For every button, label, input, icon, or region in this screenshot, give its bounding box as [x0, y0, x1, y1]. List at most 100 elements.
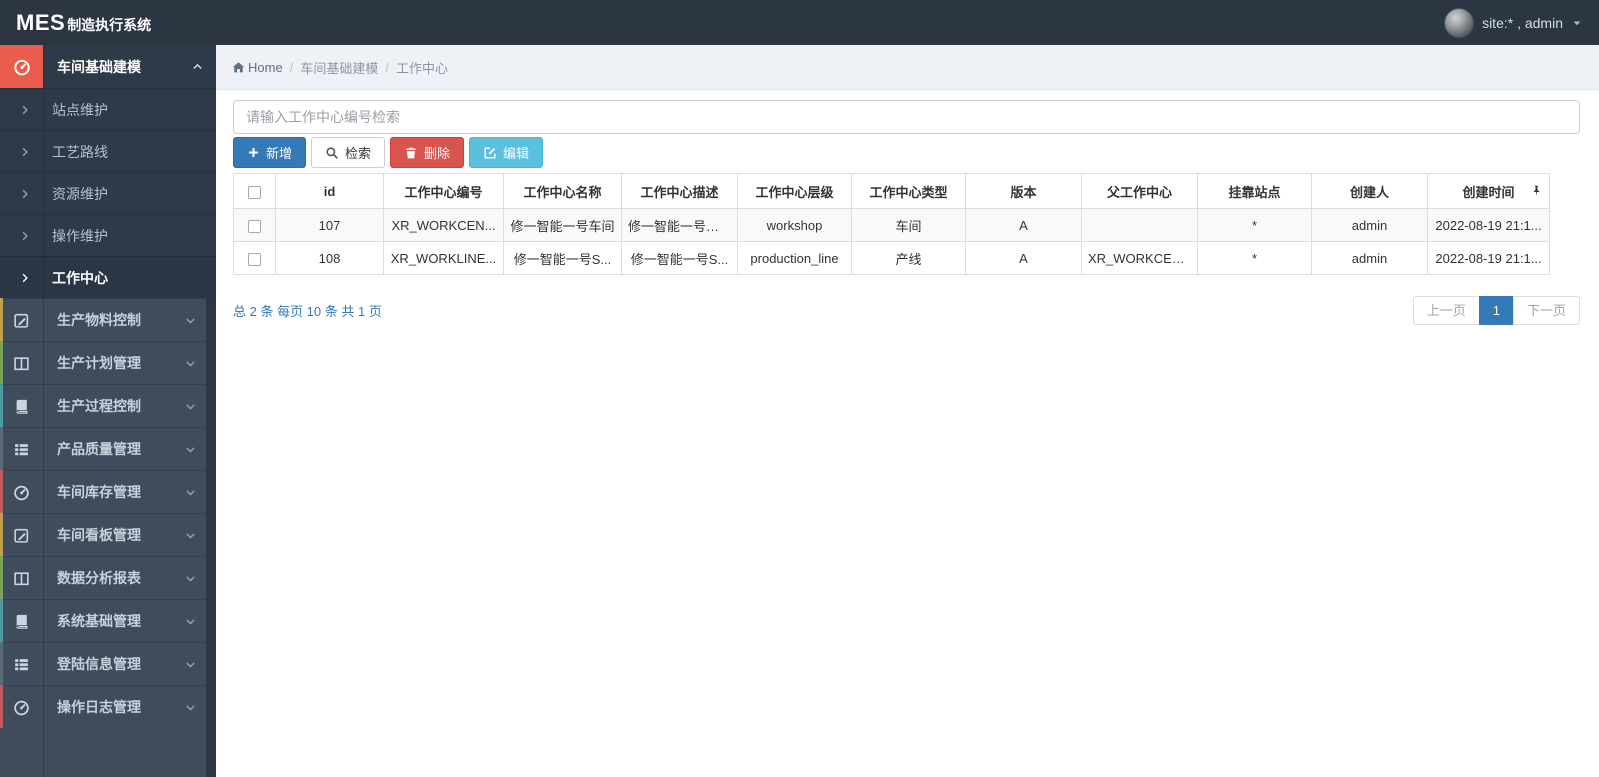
sidebar-item-login-info-management[interactable]: 登陆信息管理 [0, 642, 206, 685]
chevron-up-icon [191, 60, 204, 73]
search-input[interactable] [233, 100, 1580, 134]
table-body: 107 XR_WORKCEN... 修一智能一号车间 修一智能一号车间 workshop… [233, 208, 1550, 275]
table-cell: 2022-08-19 21:1... [1427, 241, 1550, 275]
chevron-down-icon [184, 615, 197, 628]
table-column-header[interactable]: 父工作中心 [1081, 173, 1198, 209]
pagination-summary: 总 2 条 每页 10 条 共 1 页 [233, 304, 382, 319]
sidebar-item-icon [0, 656, 43, 673]
chevron-down-icon [184, 701, 197, 714]
submenu-item-label: 工作中心 [52, 269, 108, 286]
table-cell: XR_WORKLINE... [383, 241, 504, 275]
sidebar-item-label: 产品质量管理 [57, 441, 141, 457]
sidebar: 车间基础建模 站点维护 工艺路线 资源维护 操作维护 工作中心 生产物料控制 生… [0, 45, 216, 777]
sidebar-item-operation-log-management[interactable]: 操作日志管理 [0, 685, 206, 728]
dashboard-icon [0, 45, 43, 88]
sidebar-item-label: 系统基础管理 [57, 613, 141, 629]
table-column-header[interactable]: 创建人 [1311, 173, 1428, 209]
column-header-label: 工作中心类型 [869, 184, 948, 200]
sidebar-item-production-plan-management[interactable]: 生产计划管理 [0, 341, 206, 384]
table-cell: 修一智能一号车间 [621, 208, 738, 242]
sidebar-item-production-material-control[interactable]: 生产物料控制 [0, 298, 206, 341]
sidebar-item-label: 操作日志管理 [57, 699, 141, 715]
submenu-item-process-route[interactable]: 工艺路线 [0, 130, 216, 172]
sidebar-item-data-analysis-report[interactable]: 数据分析报表 [0, 556, 206, 599]
submenu-item-resource-maintenance[interactable]: 资源维护 [0, 172, 216, 214]
select-all-checkbox[interactable] [248, 185, 261, 199]
main-content: Home / 车间基础建模 / 工作中心 新增 检索 删除 编辑 [216, 45, 1599, 777]
current-page-button[interactable]: 1 [1478, 296, 1514, 325]
table-cell: 修一智能一号车间 [503, 208, 622, 242]
table-column-header[interactable]: 挂靠站点 [1197, 173, 1312, 209]
chevron-down-icon [184, 658, 197, 671]
sidebar-item-system-base-management[interactable]: 系统基础管理 [0, 599, 206, 642]
column-header-label: 工作中心名称 [523, 184, 602, 200]
chevron-down-icon [184, 400, 197, 413]
row-checkbox-cell [233, 208, 276, 242]
avatar[interactable] [1444, 7, 1475, 38]
table-row: 107 XR_WORKCEN... 修一智能一号车间 修一智能一号车间 workshop… [233, 208, 1550, 242]
submenu-item-site-maintenance[interactable]: 站点维护 [0, 88, 216, 130]
chevron-right-icon [19, 272, 31, 284]
row-checkbox-cell [233, 241, 276, 275]
column-header-label: 版本 [1010, 184, 1037, 200]
sidebar-item-workshop-inventory-management[interactable]: 车间库存管理 [0, 470, 206, 513]
chevron-down-icon [184, 443, 197, 456]
sidebar-item-production-process-control[interactable]: 生产过程控制 [0, 384, 206, 427]
chevron-down-icon [184, 486, 197, 499]
chevron-right-icon [19, 104, 31, 116]
table-column-header[interactable]: 工作中心名称 [503, 173, 622, 209]
delete-button-label: 删除 [424, 146, 451, 161]
select-all-header-cell [233, 173, 276, 209]
add-button[interactable]: 新增 [233, 137, 307, 168]
breadcrumb-separator: / [385, 59, 389, 75]
sidebar-item-label: 数据分析报表 [57, 570, 141, 586]
breadcrumb-home-label: Home [248, 59, 283, 75]
column-header-label: 父工作中心 [1106, 184, 1172, 200]
table-column-header[interactable]: 工作中心编号 [383, 173, 504, 209]
sidebar-item-workshop-modeling[interactable]: 车间基础建模 [0, 45, 216, 88]
sidebar-item-icon [0, 398, 43, 415]
table-column-header[interactable]: 工作中心类型 [851, 173, 966, 209]
top-navbar: MES 制造执行系统 site:* , admin [0, 0, 1599, 45]
search-button[interactable]: 检索 [311, 137, 386, 168]
pin-icon[interactable] [1530, 185, 1543, 198]
prev-page-button[interactable]: 上一页 [1412, 296, 1480, 325]
submenu-item-label: 资源维护 [52, 185, 108, 202]
table-cell: 108 [275, 241, 384, 275]
breadcrumb-item[interactable]: 车间基础建模 [300, 58, 378, 77]
table-header-row: id 工作中心编号 工作中心名称 工作中心描述 工作中心层级 工作中心类型 版本… [233, 173, 1550, 209]
plus-icon [247, 146, 260, 159]
table-column-header[interactable]: id [275, 173, 384, 209]
sidebar-item-icon [0, 312, 43, 329]
page-body: 新增 检索 删除 编辑 id [216, 90, 1599, 325]
app-logo: MES 制造执行系统 [16, 10, 151, 36]
table-cell: 产线 [851, 241, 966, 275]
table-cell: A [965, 241, 1082, 275]
column-header-label: id [323, 183, 336, 199]
work-center-table: id 工作中心编号 工作中心名称 工作中心描述 工作中心层级 工作中心类型 版本… [233, 173, 1550, 275]
chevron-down-icon [184, 314, 197, 327]
table-cell: workshop [737, 208, 852, 242]
edit-icon [483, 146, 497, 160]
delete-button[interactable]: 删除 [390, 137, 465, 168]
logo-subtitle-text: 制造执行系统 [67, 16, 152, 33]
table-column-header[interactable]: 工作中心层级 [737, 173, 852, 209]
breadcrumb-home-link[interactable]: Home [232, 60, 283, 75]
sidebar-item-label: 登陆信息管理 [57, 656, 141, 672]
row-checkbox[interactable] [248, 252, 261, 266]
table-column-header[interactable]: 版本 [965, 173, 1082, 209]
submenu-item-operation-maintenance[interactable]: 操作维护 [0, 214, 216, 256]
chevron-down-icon [184, 529, 197, 542]
next-page-button[interactable]: 下一页 [1512, 296, 1580, 325]
search-icon [325, 146, 339, 160]
sidebar-item-workshop-kanban-management[interactable]: 车间看板管理 [0, 513, 206, 556]
user-menu[interactable]: site:* , admin [1444, 7, 1583, 38]
table-column-header[interactable]: 创建时间 [1427, 173, 1550, 209]
row-checkbox[interactable] [248, 219, 261, 233]
submenu-item-work-center[interactable]: 工作中心 [0, 256, 216, 298]
sidebar-item-product-quality-management[interactable]: 产品质量管理 [0, 427, 206, 470]
edit-button[interactable]: 编辑 [469, 137, 544, 168]
column-header-label: 工作中心层级 [755, 184, 834, 200]
sidebar-item-label: 车间库存管理 [57, 484, 141, 500]
table-column-header[interactable]: 工作中心描述 [621, 173, 738, 209]
